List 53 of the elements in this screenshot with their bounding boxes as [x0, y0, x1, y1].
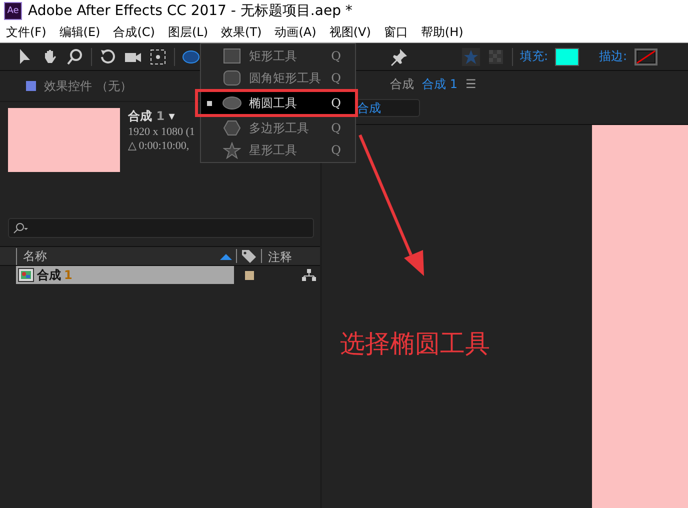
panel-menu-icon[interactable]: ☰ — [465, 77, 476, 91]
checkerboard-icon[interactable] — [487, 48, 505, 66]
rotate-icon[interactable] — [99, 48, 117, 66]
column-header[interactable]: 注释 — [261, 249, 320, 263]
annotation-text: 选择椭圆工具 — [340, 328, 490, 360]
pin-icon[interactable] — [390, 48, 408, 66]
menu-item[interactable]: 多边形工具 Q — [201, 117, 355, 139]
composition-name[interactable]: 合成 1 ▾ — [128, 108, 195, 125]
menu-item[interactable]: 椭圆工具 Q — [201, 92, 355, 114]
rectangle-icon — [223, 48, 241, 64]
label-tag-icon[interactable] — [241, 249, 257, 263]
stroke-label: 描边: — [599, 48, 628, 65]
menu-item[interactable]: 圆角矩形工具 Q — [201, 67, 355, 89]
ellipse-tool-icon[interactable] — [182, 48, 200, 66]
project-item[interactable]: 合成 1 — [16, 266, 234, 284]
star-icon[interactable] — [462, 48, 480, 66]
search-icon — [13, 222, 29, 234]
menu-item[interactable]: 星形工具 Q — [201, 139, 355, 161]
sort-ascending-icon[interactable] — [220, 252, 232, 260]
panel-label: 合成 — [390, 76, 414, 92]
hexagon-icon — [223, 120, 241, 136]
menu-item[interactable]: 合成(C) — [113, 24, 155, 40]
composition-breadcrumb[interactable]: 合成 — [356, 99, 420, 117]
menu-item[interactable]: 图层(L) — [168, 24, 208, 40]
menu-item[interactable]: 视图(V) — [329, 24, 371, 40]
menu-item[interactable]: 窗口 — [384, 24, 408, 40]
menu-item[interactable]: 矩形工具 Q — [201, 45, 355, 67]
star-icon — [223, 142, 241, 158]
composition-resolution: 1920 x 1080 (1 — [128, 126, 195, 138]
panel-tab[interactable]: 效果控件 （无） — [44, 78, 132, 94]
pan-behind-icon[interactable] — [149, 48, 167, 66]
stroke-swatch[interactable] — [634, 48, 658, 66]
label-color-swatch[interactable] — [244, 270, 255, 280]
fill-swatch[interactable] — [555, 48, 580, 66]
hierarchy-icon[interactable] — [302, 269, 316, 281]
fill-label: 填充: — [520, 48, 548, 65]
composition-duration: △ 0:00:10:00, — [128, 139, 190, 152]
menu-item[interactable]: 文件(F) — [6, 24, 46, 40]
menu-item[interactable]: 效果(T) — [221, 24, 262, 40]
ellipse-icon — [222, 96, 242, 110]
menu-item[interactable]: 编辑(E) — [59, 24, 100, 40]
search-field[interactable] — [8, 218, 314, 238]
rounded-rectangle-icon — [223, 70, 241, 86]
menu-item[interactable]: 动画(A) — [274, 24, 316, 40]
window-title: Adobe After Effects CC 2017 - 无标题项目.aep * — [28, 2, 352, 20]
composition-icon — [18, 268, 34, 282]
composition-tab[interactable]: 合成 1 — [422, 76, 458, 92]
panel-color-icon — [26, 81, 36, 91]
menu-item[interactable]: 帮助(H) — [420, 24, 464, 40]
selected-marker-icon — [207, 100, 212, 106]
app-logo: Ae — [4, 2, 22, 20]
zoom-icon[interactable] — [66, 48, 84, 66]
column-header[interactable]: 名称 — [16, 248, 220, 264]
